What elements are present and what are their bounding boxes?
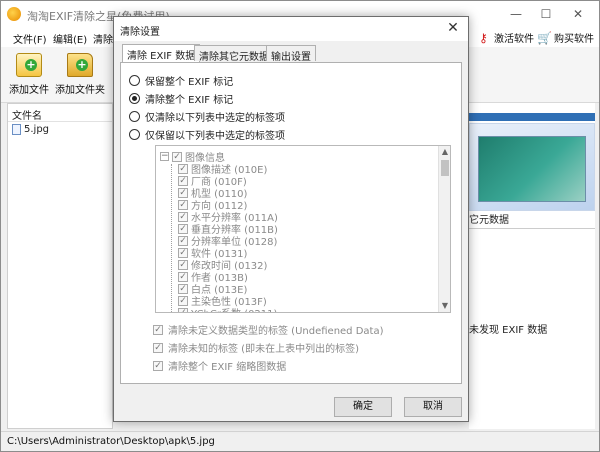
ok-button[interactable]: 确定 — [334, 397, 392, 417]
preview-panel: 它元数据 未发现 EXIF 数据 — [469, 103, 595, 429]
checkbox-checked[interactable]: ✓ — [178, 199, 188, 210]
scroll-up-icon[interactable]: ▲ — [439, 146, 450, 158]
radio-label: 仅保留以下列表中选定的标签项 — [145, 131, 285, 142]
app-logo-icon — [7, 7, 21, 21]
checkbox-checked[interactable]: ✓ — [153, 342, 163, 353]
option-label: 清除整个 EXIF 缩略图数据 — [168, 362, 287, 373]
checkbox-checked[interactable]: ✓ — [153, 324, 163, 335]
checkbox-checked[interactable]: ✓ — [178, 259, 188, 270]
tree-item-label: YCbCr系数 (0211) — [191, 305, 277, 312]
cancel-button[interactable]: 取消 — [404, 397, 462, 417]
key-icon: ⚷ — [479, 30, 488, 45]
radio-label: 保留整个 EXIF 标记 — [145, 77, 234, 88]
tree-scrollbar[interactable]: ▲ ▼ — [438, 146, 450, 312]
checkbox-checked[interactable]: ✓ — [178, 175, 188, 186]
image-file-icon — [12, 124, 21, 135]
tab-output-settings[interactable]: 输出设置 — [266, 45, 316, 63]
checkbox-checked[interactable]: ✓ — [178, 247, 188, 258]
dialog-title: 清除设置 — [120, 27, 160, 38]
file-name: 5.jpg — [24, 124, 50, 135]
checkbox-checked[interactable]: ✓ — [178, 235, 188, 246]
close-button[interactable]: ✕ — [563, 5, 593, 23]
tag-tree: − ✓ 图像信息 ✓ 图像描述 (010E) ✓ 厂商 (010F) ✓ 机型 (01… — [155, 145, 451, 313]
option-label: 清除未知的标签 (即未在上表中列出的标签) — [168, 344, 359, 355]
preview-thumbnail — [478, 136, 586, 202]
tab-other-metadata[interactable]: 它元数据 — [469, 211, 509, 226]
radio-clear-exif[interactable]: 清除整个 EXIF 标记 — [129, 91, 233, 106]
collapse-icon[interactable]: − — [160, 152, 169, 161]
cart-icon: 🛒 — [537, 30, 552, 45]
add-folder-icon: + — [67, 53, 93, 77]
radio-button-selected — [129, 93, 140, 104]
checkbox-checked[interactable]: ✓ — [178, 187, 188, 198]
radio-button — [129, 111, 140, 122]
dialog-title-bar: 清除设置 ✕ — [114, 17, 468, 41]
add-file-label: 添加文件 — [9, 85, 49, 96]
app-window: 淘淘EXIF清除之星(免费试用) — ☐ ✕ 文件(F) 编辑(E) 清除 ⚷ … — [0, 0, 600, 452]
minimize-button[interactable]: — — [501, 5, 531, 23]
buy-link[interactable]: 🛒 购买软件 — [537, 30, 594, 46]
preview-header-band — [469, 113, 595, 121]
tree-guide-line — [171, 164, 172, 312]
tab-divider — [469, 228, 595, 229]
menu-file[interactable]: 文件(F) — [13, 31, 47, 46]
maximize-button[interactable]: ☐ — [531, 5, 561, 23]
file-list-header[interactable]: 文件名 — [8, 104, 112, 122]
clear-settings-dialog: 清除设置 ✕ 清除 EXIF 数据 清除其它元数据 输出设置 保留整个 EXIF… — [113, 16, 469, 422]
tab-clear-exif[interactable]: 清除 EXIF 数据 — [122, 44, 201, 62]
radio-clear-selected[interactable]: 仅清除以下列表中选定的标签项 — [129, 109, 285, 124]
scroll-thumb[interactable] — [441, 160, 449, 176]
tree-item[interactable]: ✓YCbCr系数 (0211) — [178, 305, 277, 312]
activate-link[interactable]: ⚷ 激活软件 — [479, 30, 534, 46]
buy-label: 购买软件 — [554, 34, 594, 45]
add-folder-label: 添加文件夹 — [55, 85, 105, 96]
checkbox-checked[interactable]: ✓ — [178, 163, 188, 174]
option-thumbnail[interactable]: ✓ 清除整个 EXIF 缩略图数据 — [153, 358, 286, 373]
radio-button — [129, 129, 140, 140]
scroll-down-icon[interactable]: ▼ — [439, 300, 450, 312]
option-unknown-tags[interactable]: ✓ 清除未知的标签 (即未在上表中列出的标签) — [153, 340, 359, 355]
menu-edit[interactable]: 编辑(E) — [53, 31, 87, 46]
checkbox-checked[interactable]: ✓ — [178, 211, 188, 222]
exif-status-message: 未发现 EXIF 数据 — [469, 325, 548, 336]
image-preview — [469, 123, 595, 211]
radio-label: 仅清除以下列表中选定的标签项 — [145, 113, 285, 124]
status-bar: C:\Users\Administrator\Desktop\apk\5.jpg — [1, 431, 599, 451]
radio-keep-selected[interactable]: 仅保留以下列表中选定的标签项 — [129, 127, 285, 142]
radio-button — [129, 75, 140, 86]
checkbox-checked[interactable]: ✓ — [178, 307, 188, 312]
add-folder-button[interactable]: + 添加文件夹 — [55, 53, 105, 96]
tab-clear-other-metadata[interactable]: 清除其它元数据 — [194, 45, 274, 63]
add-file-icon: + — [16, 53, 42, 77]
checkbox-checked[interactable]: ✓ — [172, 151, 182, 162]
tab-content: 保留整个 EXIF 标记 清除整个 EXIF 标记 仅清除以下列表中选定的标签项… — [120, 62, 462, 384]
option-label: 清除未定义数据类型的标签 (Undefiened Data) — [168, 326, 384, 337]
add-file-button[interactable]: + 添加文件 — [9, 53, 49, 96]
checkbox-checked[interactable]: ✓ — [178, 295, 188, 306]
checkbox-checked[interactable]: ✓ — [178, 283, 188, 294]
radio-keep-exif[interactable]: 保留整个 EXIF 标记 — [129, 73, 233, 88]
activate-label: 激活软件 — [494, 34, 534, 45]
checkbox-checked[interactable]: ✓ — [178, 271, 188, 282]
checkbox-checked[interactable]: ✓ — [153, 360, 163, 371]
checkbox-checked[interactable]: ✓ — [178, 223, 188, 234]
option-undefined-data[interactable]: ✓ 清除未定义数据类型的标签 (Undefiened Data) — [153, 322, 383, 337]
file-list-item[interactable]: 5.jpg — [12, 124, 49, 135]
radio-label: 清除整个 EXIF 标记 — [145, 95, 234, 106]
dialog-close-button[interactable]: ✕ — [444, 19, 462, 37]
file-list: 文件名 5.jpg — [7, 103, 113, 429]
menu-clear[interactable]: 清除 — [93, 31, 113, 46]
